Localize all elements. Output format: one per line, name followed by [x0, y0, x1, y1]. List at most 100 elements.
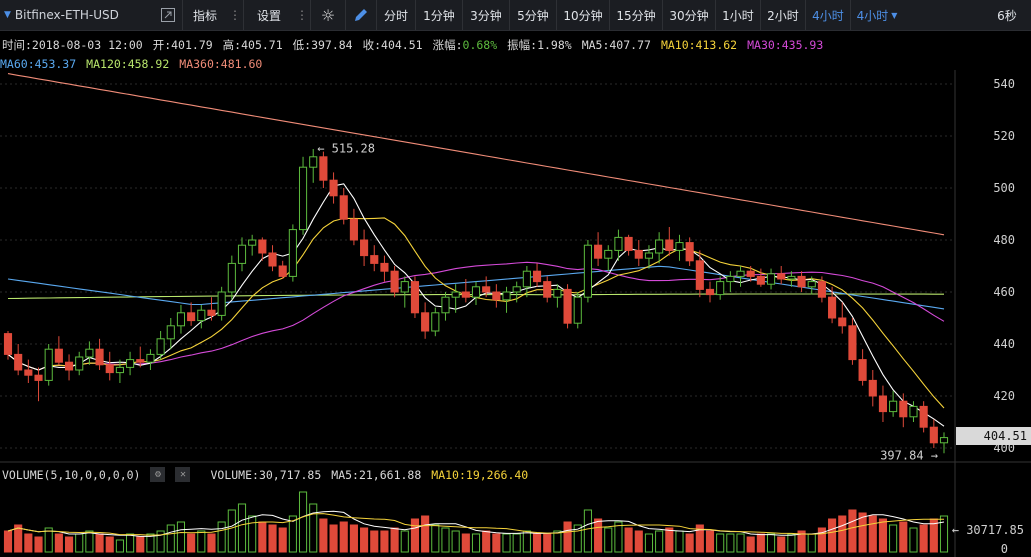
volume-bar: [197, 530, 206, 553]
ma10-line: [7, 217, 945, 409]
y-tick-label: 420: [993, 389, 1015, 403]
candle-body: [756, 275, 765, 285]
symbol-label: Bitfinex-ETH-USD: [14, 8, 119, 22]
info-ma60: MA60:453.37: [0, 57, 77, 71]
volume-bar: [543, 533, 552, 553]
period-tab[interactable]: 4小时: [806, 0, 850, 30]
candle-body: [461, 291, 470, 298]
volume-bar: [85, 530, 94, 553]
candle-body: [482, 286, 491, 293]
candle-body: [3, 333, 13, 355]
volume-bar: [716, 533, 725, 553]
volume-bar: [705, 530, 715, 553]
candle-body: [553, 288, 562, 298]
candle-body: [410, 281, 420, 314]
candle-body: [431, 312, 440, 332]
candle-body: [451, 291, 460, 298]
more-dots-icon[interactable]: ⋮: [294, 0, 310, 30]
candle-body: [878, 395, 888, 413]
period-tab[interactable]: 分时: [377, 0, 415, 30]
volume-bar: [34, 536, 43, 553]
period-tab[interactable]: 3分钟: [463, 0, 509, 30]
candle-body: [24, 369, 33, 376]
volume-ma10: MA10:19,266.40: [431, 467, 529, 482]
ma-info-row: MA60:453.37 MA120:458.92 MA360:481.60: [0, 57, 272, 71]
period-tab[interactable]: 1分钟: [416, 0, 462, 30]
volume-bar: [451, 530, 460, 553]
period-tab[interactable]: 15分钟: [610, 0, 662, 30]
more-dots-icon[interactable]: ⋮: [227, 0, 243, 30]
volume-bar: [349, 524, 358, 553]
period-dropdown[interactable]: 4小时 ▼: [851, 0, 903, 30]
info-time: 时间:2018-08-03 12:00: [2, 38, 143, 52]
info-ma360: MA360:481.60: [179, 57, 263, 71]
current-price-tag: 404.51: [956, 427, 1031, 445]
volume-bar: [563, 521, 572, 553]
candle-body: [919, 405, 928, 428]
candle-body: [14, 353, 23, 371]
volume-indicator-label: VOLUME(5,10,0,0,0,0): [2, 467, 141, 482]
info-open: 开:401.79: [152, 38, 213, 52]
candle-body: [258, 239, 267, 254]
close-icon[interactable]: ✕: [175, 467, 191, 482]
volume-bar: [594, 518, 603, 553]
candle-body: [105, 364, 114, 374]
volume-bar: [54, 533, 63, 553]
candle-body: [746, 270, 755, 277]
volume-bar: [736, 533, 745, 553]
volume-bar: [746, 536, 755, 553]
candle-body: [868, 379, 877, 397]
volume-bar: [939, 515, 949, 553]
candle-body: [858, 359, 867, 381]
candle-body: [441, 296, 450, 314]
period-tab[interactable]: 30分钟: [663, 0, 715, 30]
candle-body: [736, 270, 745, 277]
candle-body: [227, 262, 236, 293]
period-dropdown-label: 4小时: [856, 8, 889, 23]
y-tick-label: 500: [993, 181, 1015, 195]
volume-zero-label: 0: [1001, 542, 1008, 556]
volume-bar: [258, 521, 267, 553]
theme-sun-icon[interactable]: ☼: [311, 0, 345, 30]
candle-body: [268, 252, 277, 267]
candle-body: [64, 361, 74, 371]
candle-body: [54, 348, 63, 363]
refresh-interval[interactable]: 6秒: [983, 0, 1031, 30]
info-ma5: MA5:407.77: [581, 38, 651, 52]
volume-bar: [461, 533, 470, 553]
gear-icon[interactable]: ⚙: [150, 467, 166, 482]
candle-body: [543, 281, 552, 298]
indicators-button[interactable]: 指标: [183, 0, 227, 30]
symbol-selector[interactable]: ▼ Bitfinex-ETH-USD: [0, 0, 154, 30]
candle-body: [614, 236, 623, 251]
volume-bar: [665, 527, 674, 553]
volume-bar: [634, 530, 643, 553]
candle-body: [817, 281, 826, 298]
candle-body: [85, 348, 94, 358]
period-tab[interactable]: 2小时: [761, 0, 805, 30]
volume-bar: [777, 536, 786, 553]
volume-bar: [909, 527, 918, 553]
y-tick-label: 520: [993, 129, 1015, 143]
period-tab[interactable]: 10分钟: [557, 0, 609, 30]
volume-bar: [187, 533, 196, 553]
candle-body: [166, 325, 175, 340]
settings-button[interactable]: 设置: [244, 0, 294, 30]
period-tab[interactable]: 5分钟: [510, 0, 556, 30]
popout-icon-glyph: [161, 8, 175, 22]
volume-bar: [75, 533, 84, 553]
draw-pencil-icon[interactable]: [346, 0, 376, 30]
volume-bar: [329, 524, 338, 553]
candle-body: [207, 309, 216, 316]
candle-body: [370, 255, 379, 264]
volume-bar: [756, 533, 765, 553]
y-tick-label: 440: [993, 337, 1015, 351]
candle-body: [563, 288, 572, 324]
candle-body: [319, 156, 328, 181]
candle-body: [115, 366, 124, 374]
period-tab[interactable]: 1小时: [716, 0, 760, 30]
popout-icon[interactable]: [154, 0, 182, 30]
candle-body: [217, 291, 226, 316]
info-amplitude: 振幅:1.98%: [507, 38, 572, 52]
volume-bar: [644, 533, 654, 553]
